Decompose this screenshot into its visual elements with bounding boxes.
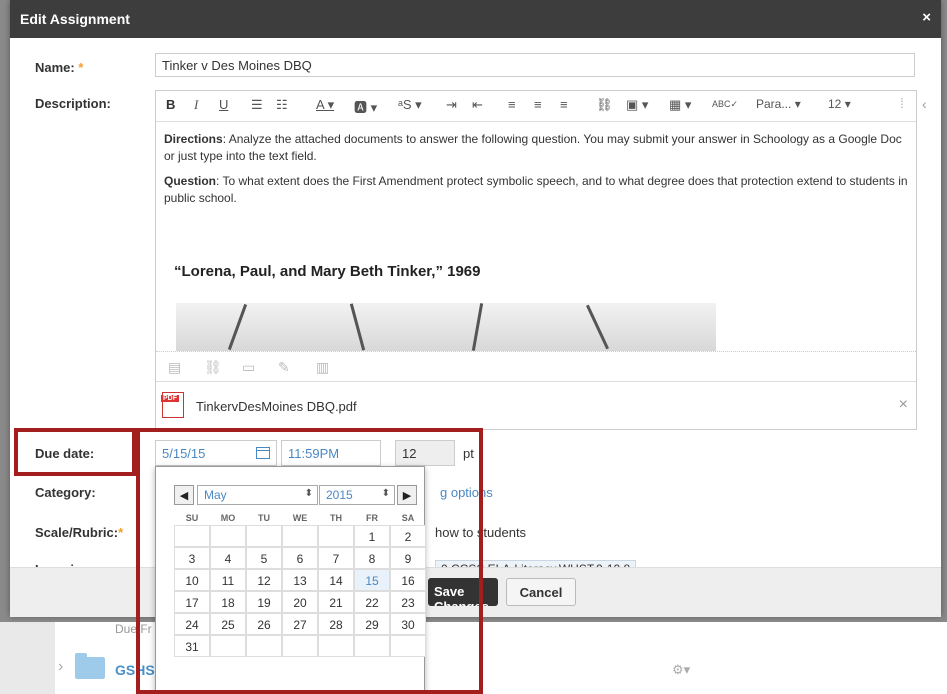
date-picker-highlight xyxy=(136,428,483,694)
link-icon[interactable]: ⛓ xyxy=(596,97,613,113)
close-icon[interactable]: × xyxy=(922,9,931,26)
collapse-arrow-icon[interactable]: ‹ xyxy=(922,96,927,112)
insert-media-icon[interactable]: ▣ ▾ xyxy=(626,97,648,113)
chevron-right-icon[interactable]: › xyxy=(58,658,63,676)
image-icon[interactable]: ▤ xyxy=(168,359,181,376)
outdent-icon[interactable]: ⇤ xyxy=(472,97,483,113)
scale-rubric-label: Scale/Rubric:* xyxy=(35,525,124,540)
align-right-icon[interactable]: ≡ xyxy=(560,97,568,112)
required-marker: * xyxy=(78,60,84,75)
bold-button[interactable]: B xyxy=(166,97,175,112)
category-label: Category: xyxy=(35,485,96,500)
directions-paragraph: Directions: Analyze the attached documen… xyxy=(164,132,902,163)
highlight-color-icon[interactable]: 🅰 ▾ xyxy=(354,97,377,116)
dialog-title: Edit Assignment xyxy=(20,11,130,27)
font-size-select[interactable]: 12 ▾ xyxy=(828,97,851,111)
name-label: Name: * xyxy=(35,60,84,75)
rich-text-editor[interactable]: B I U ☰ ☷ A ▾ 🅰 ▾ ᵃS ▾ ⇥ ⇤ ≡ ≡ ≡ ⛓ ▣ ▾ ▦… xyxy=(155,90,917,430)
paragraph-format-select[interactable]: Para... ▾ xyxy=(756,97,801,111)
underline-button[interactable]: U xyxy=(219,97,228,112)
link-icon[interactable]: ⛓ xyxy=(204,359,222,376)
bullet-list-icon[interactable]: ☰ xyxy=(251,97,263,113)
numbered-list-icon[interactable]: ☷ xyxy=(276,97,288,113)
indent-icon[interactable]: ⇥ xyxy=(446,97,457,113)
italic-button[interactable]: I xyxy=(194,97,198,113)
attachment-filename[interactable]: TinkervDesMoines DBQ.pdf xyxy=(196,399,357,414)
spellcheck-icon[interactable]: ABC✓ xyxy=(712,99,738,110)
editor-toolbar: B I U ☰ ☷ A ▾ 🅰 ▾ ᵃS ▾ ⇥ ⇤ ≡ ≡ ≡ ⛓ ▣ ▾ ▦… xyxy=(156,91,916,122)
embed-icon[interactable]: ▥ xyxy=(316,359,329,376)
document-photo xyxy=(176,303,716,351)
align-center-icon[interactable]: ≡ xyxy=(534,97,542,112)
more-options-icon[interactable]: ⁞ xyxy=(900,95,904,111)
file-icon[interactable]: ▭ xyxy=(242,359,255,376)
text-color-icon[interactable]: A ▾ xyxy=(316,97,334,113)
strikethrough-icon[interactable]: ᵃS ▾ xyxy=(398,97,422,113)
dialog-titlebar: Edit Assignment × xyxy=(10,0,941,38)
align-left-icon[interactable]: ≡ xyxy=(508,97,516,112)
media-toolbar: ▤ ⛓ ▭ ✎ ▥ xyxy=(156,351,916,382)
document-heading: “Lorena, Paul, and Mary Beth Tinker,” 19… xyxy=(174,263,481,280)
microphone-icon[interactable]: ✎ xyxy=(278,359,290,376)
due-date-label-highlight xyxy=(14,428,136,476)
attachment-row: PDF TinkervDesMoines DBQ.pdf × xyxy=(156,381,916,430)
gear-icon[interactable]: ⚙▾ xyxy=(672,662,690,678)
pdf-icon: PDF xyxy=(161,392,184,418)
description-label: Description: xyxy=(35,96,111,111)
folder-icon xyxy=(75,653,105,679)
remove-attachment-icon[interactable]: × xyxy=(899,396,908,414)
question-paragraph: Question: To what extent does the First … xyxy=(164,174,908,205)
cancel-button[interactable]: Cancel xyxy=(506,578,576,606)
name-input[interactable] xyxy=(155,53,915,77)
background-sidebar-strip xyxy=(0,622,55,694)
table-icon[interactable]: ▦ ▾ xyxy=(669,97,691,113)
editor-content[interactable]: Directions: Analyze the attached documen… xyxy=(164,131,909,215)
